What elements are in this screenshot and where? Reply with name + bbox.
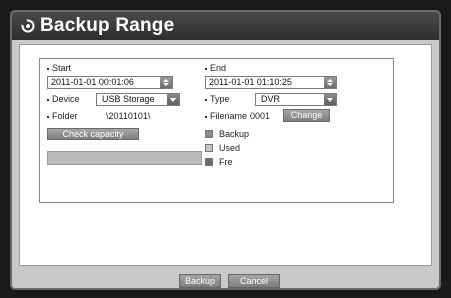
check-capacity-button[interactable]: Check capacity bbox=[47, 128, 139, 140]
type-value: DVR bbox=[261, 94, 281, 104]
cancel-button[interactable]: Cancel bbox=[228, 274, 280, 288]
folder-label: Folder bbox=[47, 111, 78, 121]
legend-backup-label: Backup bbox=[219, 129, 250, 139]
device-value: USB Storage bbox=[102, 94, 155, 104]
type-select[interactable]: DVR bbox=[255, 93, 337, 106]
content-panel: Start 2011-01-01 00:01:06 End 2011-01-01… bbox=[19, 44, 432, 266]
used-swatch bbox=[205, 144, 213, 152]
chevron-down-icon bbox=[324, 94, 336, 105]
legend-free-label: Fre bbox=[219, 157, 233, 167]
spin-up-icon bbox=[327, 79, 333, 82]
folder-value: \20110101\ bbox=[106, 111, 151, 121]
device-select[interactable]: USB Storage bbox=[96, 93, 180, 106]
backup-range-icon bbox=[20, 18, 36, 34]
legend-free: Fre bbox=[205, 157, 233, 167]
change-filename-button[interactable]: Change bbox=[283, 109, 330, 122]
chevron-down-icon bbox=[167, 94, 179, 105]
start-datetime-field[interactable]: 2011-01-01 00:01:06 bbox=[47, 76, 173, 89]
spin-down-icon bbox=[327, 83, 333, 86]
backup-swatch bbox=[205, 130, 213, 138]
dialog-title: Backup Range bbox=[40, 15, 175, 36]
type-label: Type bbox=[205, 94, 230, 104]
backup-button[interactable]: Backup bbox=[179, 274, 221, 288]
filename-label: Filename bbox=[205, 111, 247, 121]
dialog-titlebar: Backup Range bbox=[12, 12, 439, 40]
capacity-bar bbox=[47, 151, 202, 165]
start-label: Start bbox=[47, 63, 71, 73]
range-group: Start 2011-01-01 00:01:06 End 2011-01-01… bbox=[39, 58, 394, 203]
free-swatch bbox=[205, 158, 213, 166]
legend-backup: Backup bbox=[205, 129, 249, 139]
end-spinner[interactable] bbox=[324, 77, 336, 88]
start-spinner[interactable] bbox=[160, 77, 172, 88]
legend-used-label: Used bbox=[219, 143, 241, 153]
legend-used: Used bbox=[205, 143, 240, 153]
device-label: Device bbox=[47, 94, 80, 104]
spin-up-icon bbox=[163, 79, 169, 82]
end-datetime-value: 2011-01-01 01:10:25 bbox=[209, 77, 292, 87]
end-label: End bbox=[205, 63, 226, 73]
spin-down-icon bbox=[163, 83, 169, 86]
end-datetime-field[interactable]: 2011-01-01 01:10:25 bbox=[205, 76, 337, 89]
backup-range-dialog: Backup Range Start 2011-01-01 00:01:06 E… bbox=[10, 10, 441, 290]
filename-value: 0001 bbox=[250, 111, 271, 121]
start-datetime-value: 2011-01-01 00:01:06 bbox=[51, 77, 134, 87]
